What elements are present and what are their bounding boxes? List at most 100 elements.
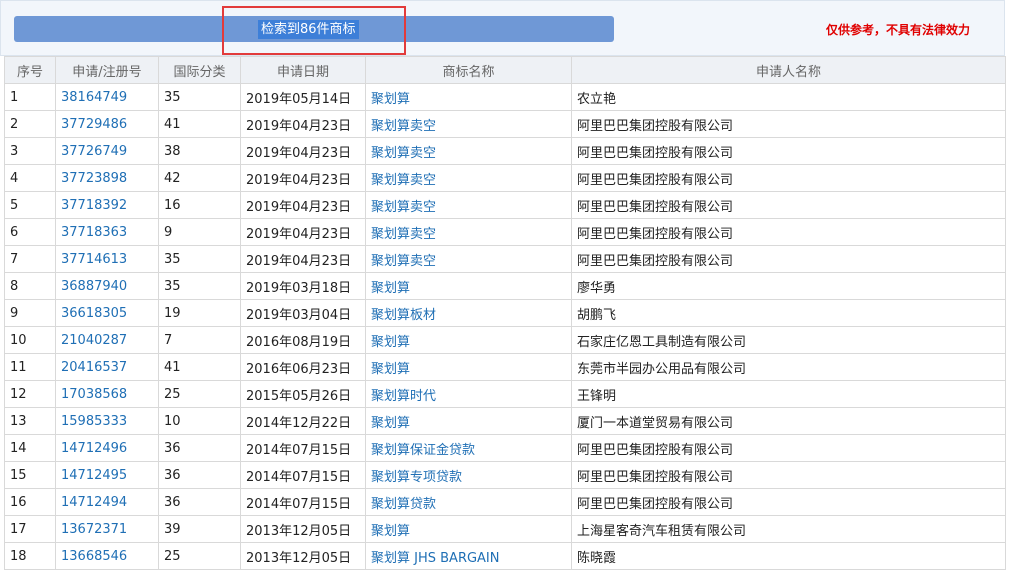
trademark-name-link[interactable]: 聚划算板材: [365, 299, 572, 327]
row-index: 17: [4, 515, 56, 543]
column-header-applicant[interactable]: 申请人名称: [571, 56, 1006, 84]
intl-class: 39: [158, 515, 241, 543]
row-index: 12: [4, 380, 56, 408]
reg-number-link[interactable]: 20416537: [55, 353, 159, 381]
row-index: 13: [4, 407, 56, 435]
trademark-name-link[interactable]: 聚划算卖空: [365, 164, 572, 192]
row-index: 4: [4, 164, 56, 192]
reg-number-link[interactable]: 13672371: [55, 515, 159, 543]
intl-class: 19: [158, 299, 241, 327]
trademark-name-link[interactable]: 聚划算卖空: [365, 191, 572, 219]
apply-date: 2013年12月05日: [240, 542, 366, 570]
column-header-trademark-name[interactable]: 商标名称: [365, 56, 572, 84]
disclaimer-text: 仅供参考，不具有法律效力: [826, 23, 971, 37]
trademark-name-link[interactable]: 聚划算 JHS BARGAIN: [365, 542, 572, 570]
reg-number-link[interactable]: 37723898: [55, 164, 159, 192]
reg-number-link[interactable]: 14712495: [55, 461, 159, 489]
table-row: 7 37714613 35 2019年04月23日 聚划算卖空 阿里巴巴集团控股有限公司: [4, 245, 1006, 273]
table-row: 1 38164749 35 2019年05月14日 聚划算 农立艳: [4, 83, 1006, 111]
table-row: 5 37718392 16 2019年04月23日 聚划算卖空 阿里巴巴集团控股有限公司: [4, 191, 1006, 219]
apply-date: 2019年03月04日: [240, 299, 366, 327]
table-row: 9 36618305 19 2019年03月04日 聚划算板材 胡鹏飞: [4, 299, 1006, 327]
applicant-name: 石家庄亿恩工具制造有限公司: [571, 326, 1006, 354]
apply-date: 2019年04月23日: [240, 191, 366, 219]
applicant-name: 农立艳: [571, 83, 1006, 111]
apply-date: 2013年12月05日: [240, 515, 366, 543]
applicant-name: 胡鹏飞: [571, 299, 1006, 327]
table-row: 14 14712496 36 2014年07月15日 聚划算保证金贷款 阿里巴巴集团控股有…: [4, 434, 1006, 462]
trademark-name-link[interactable]: 聚划算: [365, 272, 572, 300]
table-row: 18 13668546 25 2013年12月05日 聚划算 JHS BARGAIN 陈晓…: [4, 542, 1006, 570]
reg-number-link[interactable]: 14712494: [55, 488, 159, 516]
row-index: 18: [4, 542, 56, 570]
row-index: 7: [4, 245, 56, 273]
trademark-name-link[interactable]: 聚划算专项贷款: [365, 461, 572, 489]
trademark-name-link[interactable]: 聚划算卖空: [365, 137, 572, 165]
applicant-name: 陈晓霞: [571, 542, 1006, 570]
reg-number-link[interactable]: 36618305: [55, 299, 159, 327]
intl-class: 7: [158, 326, 241, 354]
reg-number-link[interactable]: 36887940: [55, 272, 159, 300]
reg-number-link[interactable]: 21040287: [55, 326, 159, 354]
applicant-name: 上海星客奇汽车租赁有限公司: [571, 515, 1006, 543]
table-row: 3 37726749 38 2019年04月23日 聚划算卖空 阿里巴巴集团控股有限公司: [4, 137, 1006, 165]
reg-number-link[interactable]: 38164749: [55, 83, 159, 111]
row-index: 3: [4, 137, 56, 165]
intl-class: 35: [158, 245, 241, 273]
table-row: 15 14712495 36 2014年07月15日 聚划算专项贷款 阿里巴巴集团控股有限…: [4, 461, 1006, 489]
table-row: 12 17038568 25 2015年05月26日 聚划算时代 王锋明: [4, 380, 1006, 408]
intl-class: 35: [158, 83, 241, 111]
trademark-name-link[interactable]: 聚划算卖空: [365, 110, 572, 138]
trademark-name-link[interactable]: 聚划算贷款: [365, 488, 572, 516]
apply-date: 2015年05月26日: [240, 380, 366, 408]
intl-class: 25: [158, 380, 241, 408]
row-index: 15: [4, 461, 56, 489]
trademark-name-link[interactable]: 聚划算: [365, 83, 572, 111]
trademark-name-link[interactable]: 聚划算: [365, 407, 572, 435]
trademark-name-link[interactable]: 聚划算卖空: [365, 218, 572, 246]
trademark-name-link[interactable]: 聚划算时代: [365, 380, 572, 408]
applicant-name: 阿里巴巴集团控股有限公司: [571, 137, 1006, 165]
reg-number-link[interactable]: 37714613: [55, 245, 159, 273]
column-header-class[interactable]: 国际分类: [158, 56, 241, 84]
reg-number-link[interactable]: 17038568: [55, 380, 159, 408]
applicant-name: 阿里巴巴集团控股有限公司: [571, 164, 1006, 192]
column-header-apply-date[interactable]: 申请日期: [240, 56, 366, 84]
trademark-name-link[interactable]: 聚划算: [365, 515, 572, 543]
apply-date: 2019年05月14日: [240, 83, 366, 111]
column-header-index[interactable]: 序号: [4, 56, 56, 84]
reg-number-link[interactable]: 37726749: [55, 137, 159, 165]
intl-class: 42: [158, 164, 241, 192]
trademark-name-link[interactable]: 聚划算保证金贷款: [365, 434, 572, 462]
applicant-name: 阿里巴巴集团控股有限公司: [571, 245, 1006, 273]
table-row: 6 37718363 9 2019年04月23日 聚划算卖空 阿里巴巴集团控股有限公司: [4, 218, 1006, 246]
reg-number-link[interactable]: 14712496: [55, 434, 159, 462]
reg-number-link[interactable]: 15985333: [55, 407, 159, 435]
annotation-highlight-box: [222, 6, 406, 55]
apply-date: 2019年03月18日: [240, 272, 366, 300]
reg-number-link[interactable]: 37718392: [55, 191, 159, 219]
reg-number-link[interactable]: 37729486: [55, 110, 159, 138]
reg-number-link[interactable]: 37718363: [55, 218, 159, 246]
intl-class: 10: [158, 407, 241, 435]
table-row: 16 14712494 36 2014年07月15日 聚划算贷款 阿里巴巴集团控股有限公司: [4, 488, 1006, 516]
reg-number-link[interactable]: 13668546: [55, 542, 159, 570]
row-index: 6: [4, 218, 56, 246]
table-row: 2 37729486 41 2019年04月23日 聚划算卖空 阿里巴巴集团控股有限公司: [4, 110, 1006, 138]
row-index: 10: [4, 326, 56, 354]
column-header-reg-number[interactable]: 申请/注册号: [55, 56, 159, 84]
intl-class: 36: [158, 434, 241, 462]
apply-date: 2014年07月15日: [240, 434, 366, 462]
table-row: 4 37723898 42 2019年04月23日 聚划算卖空 阿里巴巴集团控股有限公司: [4, 164, 1006, 192]
intl-class: 41: [158, 110, 241, 138]
trademark-name-link[interactable]: 聚划算: [365, 353, 572, 381]
apply-date: 2014年12月22日: [240, 407, 366, 435]
table-body: 1 38164749 35 2019年05月14日 聚划算 农立艳 2 37729486 41 2…: [4, 83, 1006, 570]
trademark-name-link[interactable]: 聚划算: [365, 326, 572, 354]
applicant-name: 阿里巴巴集团控股有限公司: [571, 461, 1006, 489]
trademark-name-link[interactable]: 聚划算卖空: [365, 245, 572, 273]
intl-class: 36: [158, 488, 241, 516]
intl-class: 25: [158, 542, 241, 570]
apply-date: 2019年04月23日: [240, 164, 366, 192]
row-index: 1: [4, 83, 56, 111]
